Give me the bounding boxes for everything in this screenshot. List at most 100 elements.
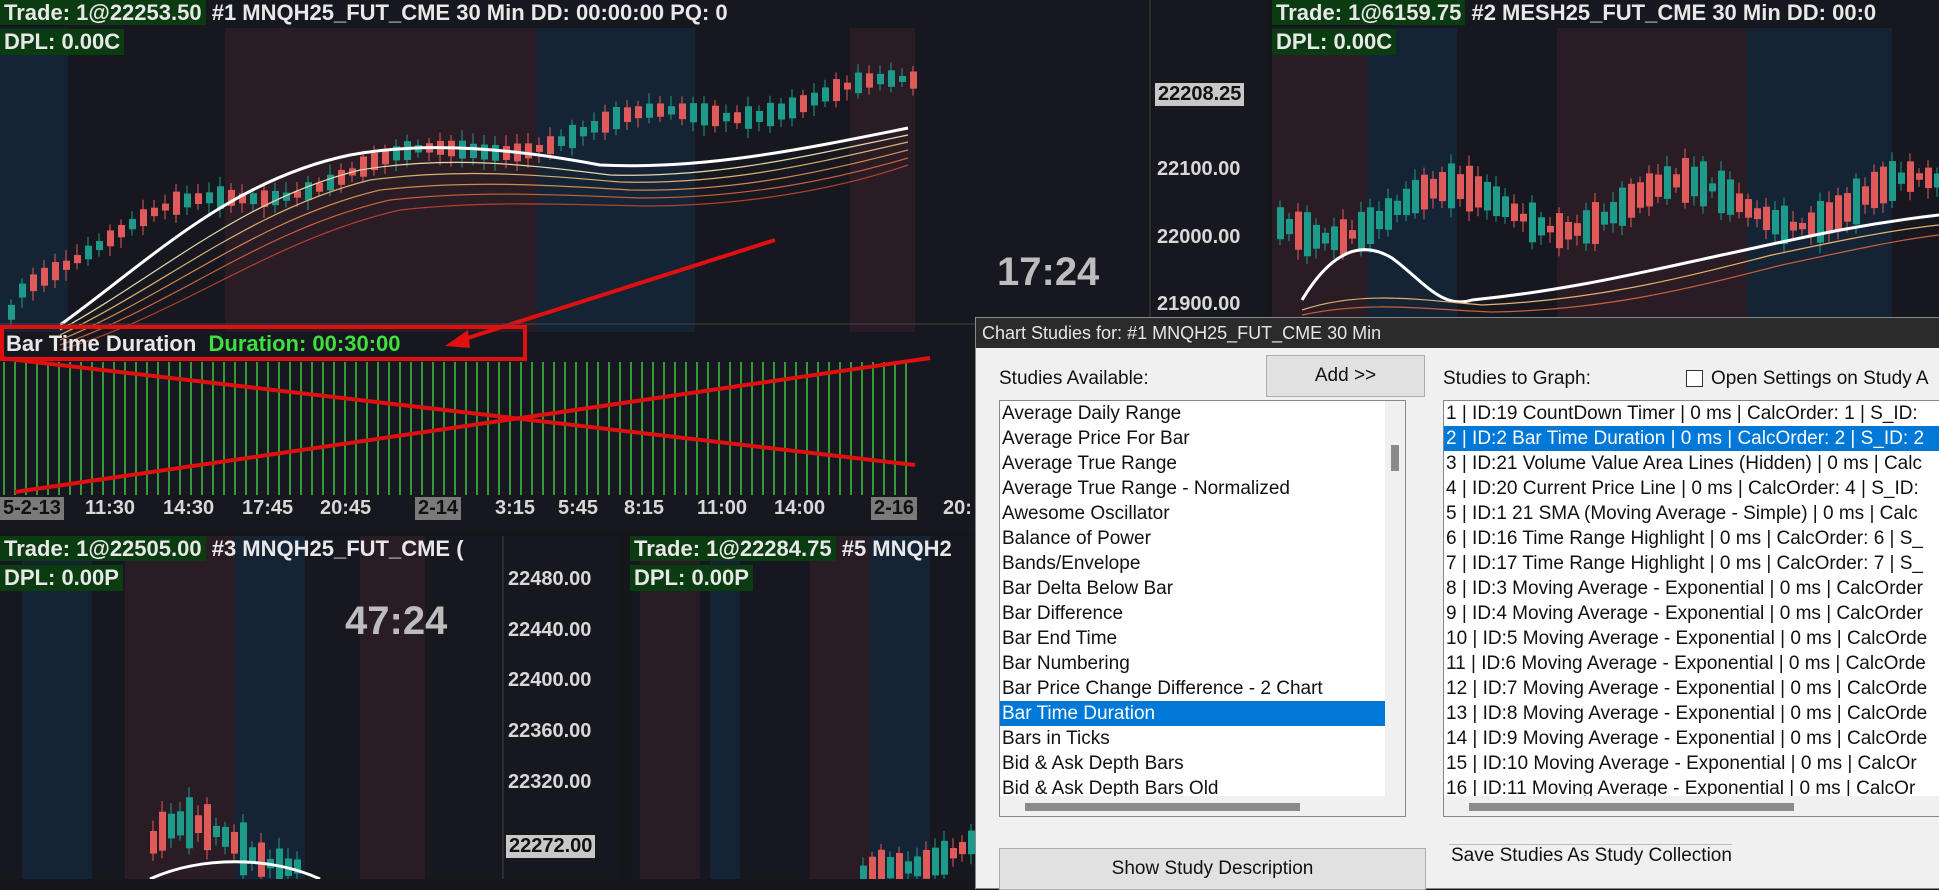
open-settings-checkbox[interactable]: Open Settings on Study A [1686, 368, 1929, 390]
candle [1889, 161, 1896, 201]
list-item[interactable]: 2 | ID:2 Bar Time Duration | 0 ms | Calc… [1444, 426, 1939, 451]
list-item[interactable]: 4 | ID:20 Current Price Line | 0 ms | Ca… [1444, 476, 1939, 501]
chart-title: #2 MESH25_FUT_CME 30 Min DD: 00:0 [1465, 0, 1877, 25]
candle [800, 95, 807, 113]
candle [767, 102, 774, 127]
price-axis-label: 22360.00 [508, 720, 592, 742]
candle [1871, 171, 1878, 209]
graphed-items: 1 | ID:19 CountDown Timer | 0 ms | CalcO… [1444, 401, 1939, 801]
candle [959, 841, 966, 855]
candle [1862, 186, 1869, 205]
horizontal-scrollbar[interactable] [1444, 796, 1939, 816]
vertical-scrollbar[interactable] [1385, 401, 1405, 816]
list-item[interactable]: Bar Price Change Difference - 2 Chart [1000, 676, 1405, 701]
list-item[interactable]: Bar Delta Below Bar [1000, 576, 1405, 601]
list-item[interactable]: Bar Numbering [1000, 651, 1405, 676]
list-item[interactable]: Bands/Envelope [1000, 551, 1405, 576]
candle [52, 262, 59, 281]
list-item[interactable]: Average Daily Range [1000, 401, 1405, 426]
chart-5[interactable]: Trade: 1@22284.75 #5 MNQH2 DPL: 0.00P [630, 536, 975, 879]
candle [470, 143, 477, 159]
time-axis-date: 2-14 [415, 497, 462, 520]
chart-header: Trade: 1@22505.00 #3 MNQH25_FUT_CME ( [0, 536, 464, 562]
list-item[interactable]: Bar Time Duration [1000, 701, 1405, 726]
candle [613, 107, 620, 130]
chart-header: Trade: 1@6159.75 #2 MESH25_FUT_CME 30 Mi… [1272, 0, 1876, 26]
candle [1376, 210, 1383, 230]
candle [1628, 183, 1635, 218]
candle [118, 224, 125, 238]
candle [1745, 199, 1752, 218]
candle [646, 103, 653, 118]
list-item[interactable]: Bars in Ticks [1000, 726, 1405, 751]
candle [569, 124, 576, 149]
dialog-title[interactable]: Chart Studies for: #1 MNQH25_FUT_CME 30 … [976, 318, 1939, 348]
candle [591, 121, 598, 133]
list-item[interactable]: 11 | ID:6 Moving Average - Exponential |… [1444, 651, 1939, 676]
list-item[interactable]: 6 | ID:16 Time Range Highlight | 0 ms | … [1444, 526, 1939, 551]
candle [914, 856, 921, 877]
candle [789, 97, 796, 119]
list-item[interactable]: 7 | ID:17 Time Range Highlight | 0 ms | … [1444, 551, 1939, 576]
list-item[interactable]: 9 | ID:4 Moving Average - Exponential | … [1444, 601, 1939, 626]
list-item[interactable]: 1 | ID:19 CountDown Timer | 0 ms | CalcO… [1444, 401, 1939, 426]
candle [1295, 211, 1302, 250]
chart-2[interactable]: Trade: 1@6159.75 #2 MESH25_FUT_CME 30 Mi… [1272, 0, 1939, 320]
list-item[interactable]: 5 | ID:1 21 SMA (Moving Average - Simple… [1444, 501, 1939, 526]
candle [536, 145, 543, 152]
scroll-thumb[interactable] [1025, 803, 1300, 811]
candle [1736, 193, 1743, 213]
study-subgraph-title[interactable]: Bar Time Duration Duration: 00:30:00 [6, 331, 401, 357]
list-item[interactable]: Balance of Power [1000, 526, 1405, 551]
chart-studies-dialog[interactable]: Chart Studies for: #1 MNQH25_FUT_CME 30 … [975, 317, 1939, 890]
studies-to-graph-label: Studies to Graph: [1443, 368, 1591, 389]
current-price-label: 22208.25 [1155, 83, 1245, 106]
candle [1934, 173, 1939, 188]
candle [1817, 201, 1824, 243]
candle [905, 861, 912, 874]
horizontal-scrollbar[interactable] [1000, 796, 1385, 816]
candle [896, 853, 903, 879]
candle [250, 193, 257, 205]
time-axis-label: 14:30 [163, 497, 215, 519]
time-axis-date: 2-16 [871, 497, 918, 520]
list-item[interactable]: Bid & Ask Depth Bars [1000, 751, 1405, 776]
candle [1430, 178, 1437, 199]
list-item[interactable]: 10 | ID:5 Moving Average - Exponential |… [1444, 626, 1939, 651]
candle [888, 70, 895, 87]
studies-available-list[interactable]: Average Daily Range Average Price For Bar… [999, 400, 1406, 817]
candle [1619, 187, 1626, 226]
show-description-button[interactable]: Show Study Description [999, 848, 1426, 890]
time-axis-label: 20: [943, 497, 972, 519]
list-item[interactable]: 8 | ID:3 Moving Average - Exponential | … [1444, 576, 1939, 601]
studies-to-graph-list[interactable]: 1 | ID:19 CountDown Timer | 0 ms | CalcO… [1443, 400, 1939, 817]
list-item[interactable]: 3 | ID:21 Volume Value Area Lines (Hidde… [1444, 451, 1939, 476]
dpl-label: DPL: 0.00C [1272, 29, 1397, 55]
checkbox-box[interactable] [1686, 370, 1703, 388]
list-item[interactable]: 12 | ID:7 Moving Average - Exponential |… [1444, 676, 1939, 701]
candle [1421, 174, 1428, 210]
price-axis-label: 22100.00 [1157, 158, 1241, 180]
list-item[interactable]: Awesome Oscillator [1000, 501, 1405, 526]
candle [701, 103, 708, 126]
candle [151, 207, 158, 217]
chart-3[interactable]: Trade: 1@22505.00 #3 MNQH25_FUT_CME ( DP… [0, 536, 620, 879]
scroll-thumb[interactable] [1469, 803, 1794, 811]
candle [1610, 202, 1617, 224]
add-study-button[interactable]: Add >> [1266, 355, 1425, 397]
list-item[interactable]: Average True Range [1000, 451, 1405, 476]
candle [30, 274, 37, 292]
candle [85, 245, 92, 260]
scroll-thumb[interactable] [1391, 445, 1399, 471]
list-item[interactable]: Average True Range - Normalized [1000, 476, 1405, 501]
candle [624, 107, 631, 123]
candle [1646, 173, 1653, 207]
time-axis-label: 11:00 [697, 497, 748, 519]
list-item[interactable]: 15 | ID:10 Moving Average - Exponential … [1444, 751, 1939, 776]
list-item[interactable]: Bar Difference [1000, 601, 1405, 626]
list-item[interactable]: 13 | ID:8 Moving Average - Exponential |… [1444, 701, 1939, 726]
chart-title: #5 MNQH2 [835, 536, 952, 561]
list-item[interactable]: Bar End Time [1000, 626, 1405, 651]
list-item[interactable]: Average Price For Bar [1000, 426, 1405, 451]
list-item[interactable]: 14 | ID:9 Moving Average - Exponential |… [1444, 726, 1939, 751]
